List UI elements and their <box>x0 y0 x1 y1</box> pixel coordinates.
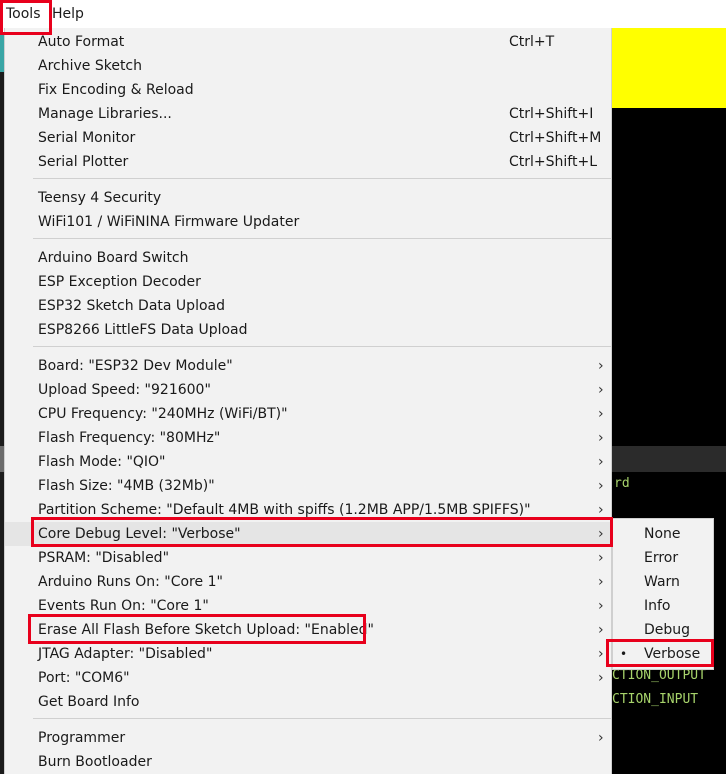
menu-item-partition-scheme[interactable]: Partition Scheme: "Default 4MB with spif… <box>5 498 611 522</box>
menu-item-cpu-frequency[interactable]: CPU Frequency: "240MHz (WiFi/BT)" › <box>5 402 611 426</box>
console-line: rd <box>614 476 630 491</box>
chevron-right-icon: › <box>598 502 604 518</box>
tools-menu: Auto Format Ctrl+T Archive Sketch Fix En… <box>4 28 612 774</box>
menu-item-arduino-runs-on[interactable]: Arduino Runs On: "Core 1" › <box>5 570 611 594</box>
menu-item-flash-frequency[interactable]: Flash Frequency: "80MHz" › <box>5 426 611 450</box>
menu-separator <box>33 238 611 239</box>
chevron-right-icon: › <box>598 430 604 446</box>
menu-item-programmer[interactable]: Programmer › <box>5 726 611 750</box>
menu-help[interactable]: Help <box>52 0 84 28</box>
menu-item-psram[interactable]: PSRAM: "Disabled" › <box>5 546 611 570</box>
menu-item-teensy-security[interactable]: Teensy 4 Security <box>5 186 611 210</box>
submenu-item-info[interactable]: Info <box>613 594 713 618</box>
chevron-right-icon: › <box>598 406 604 422</box>
shortcut-label: Ctrl+Shift+M <box>509 130 602 146</box>
menu-bar: Tools Help <box>0 0 726 28</box>
chevron-right-icon: › <box>598 574 604 590</box>
menu-item-esp32-data-upload[interactable]: ESP32 Sketch Data Upload <box>5 294 611 318</box>
menu-item-core-debug-level[interactable]: Core Debug Level: "Verbose" › <box>5 522 611 546</box>
core-debug-level-submenu: None Error Warn Info Debug • Verbose <box>612 518 714 670</box>
submenu-item-none[interactable]: None <box>613 522 713 546</box>
menu-item-serial-plotter[interactable]: Serial Plotter Ctrl+Shift+L <box>5 150 611 174</box>
menu-item-manage-libraries[interactable]: Manage Libraries... Ctrl+Shift+I <box>5 102 611 126</box>
console-header <box>612 446 726 472</box>
menu-item-events-run-on[interactable]: Events Run On: "Core 1" › <box>5 594 611 618</box>
chevron-right-icon: › <box>598 646 604 662</box>
shortcut-label: Ctrl+Shift+I <box>509 106 594 122</box>
menu-separator <box>33 718 611 719</box>
chevron-right-icon: › <box>598 598 604 614</box>
editor-area <box>612 108 726 446</box>
chevron-right-icon: › <box>598 550 604 566</box>
chevron-right-icon: › <box>598 382 604 398</box>
menu-item-upload-speed[interactable]: Upload Speed: "921600" › <box>5 378 611 402</box>
chevron-right-icon: › <box>598 670 604 686</box>
menu-item-jtag-adapter[interactable]: JTAG Adapter: "Disabled" › <box>5 642 611 666</box>
menu-item-board-switch[interactable]: Arduino Board Switch <box>5 246 611 270</box>
editor-banner <box>612 28 726 108</box>
menu-item-serial-monitor[interactable]: Serial Monitor Ctrl+Shift+M <box>5 126 611 150</box>
chevron-right-icon: › <box>598 454 604 470</box>
selected-bullet-icon: • <box>620 647 628 661</box>
menu-tools[interactable]: Tools <box>6 0 41 28</box>
shortcut-label: Ctrl+Shift+L <box>509 154 597 170</box>
chevron-right-icon: › <box>598 358 604 374</box>
menu-item-auto-format[interactable]: Auto Format Ctrl+T <box>5 30 611 54</box>
menu-separator <box>33 178 611 179</box>
submenu-item-verbose[interactable]: • Verbose <box>613 642 713 666</box>
console-line: CTION_OUTPUT <box>612 668 706 683</box>
chevron-right-icon: › <box>598 526 604 542</box>
chevron-right-icon: › <box>598 478 604 494</box>
menu-item-burn-bootloader[interactable]: Burn Bootloader <box>5 750 611 774</box>
chevron-right-icon: › <box>598 622 604 638</box>
console-line: CTION_INPUT <box>612 692 699 707</box>
menu-item-fix-encoding[interactable]: Fix Encoding & Reload <box>5 78 611 102</box>
chevron-right-icon: › <box>598 730 604 746</box>
menu-item-flash-size[interactable]: Flash Size: "4MB (32Mb)" › <box>5 474 611 498</box>
submenu-item-error[interactable]: Error <box>613 546 713 570</box>
menu-item-get-board-info[interactable]: Get Board Info <box>5 690 611 714</box>
menu-item-archive-sketch[interactable]: Archive Sketch <box>5 54 611 78</box>
shortcut-label: Ctrl+T <box>509 34 555 50</box>
menu-item-flash-mode[interactable]: Flash Mode: "QIO" › <box>5 450 611 474</box>
submenu-item-debug[interactable]: Debug <box>613 618 713 642</box>
menu-item-exception-decoder[interactable]: ESP Exception Decoder <box>5 270 611 294</box>
menu-item-erase-all-flash[interactable]: Erase All Flash Before Sketch Upload: "E… <box>5 618 611 642</box>
menu-item-port[interactable]: Port: "COM6" › <box>5 666 611 690</box>
menu-item-littlefs-upload[interactable]: ESP8266 LittleFS Data Upload <box>5 318 611 342</box>
menu-item-wifi-firmware-updater[interactable]: WiFi101 / WiFiNINA Firmware Updater <box>5 210 611 234</box>
submenu-item-warn[interactable]: Warn <box>613 570 713 594</box>
menu-item-board[interactable]: Board: "ESP32 Dev Module" › <box>5 354 611 378</box>
menu-separator <box>33 346 611 347</box>
